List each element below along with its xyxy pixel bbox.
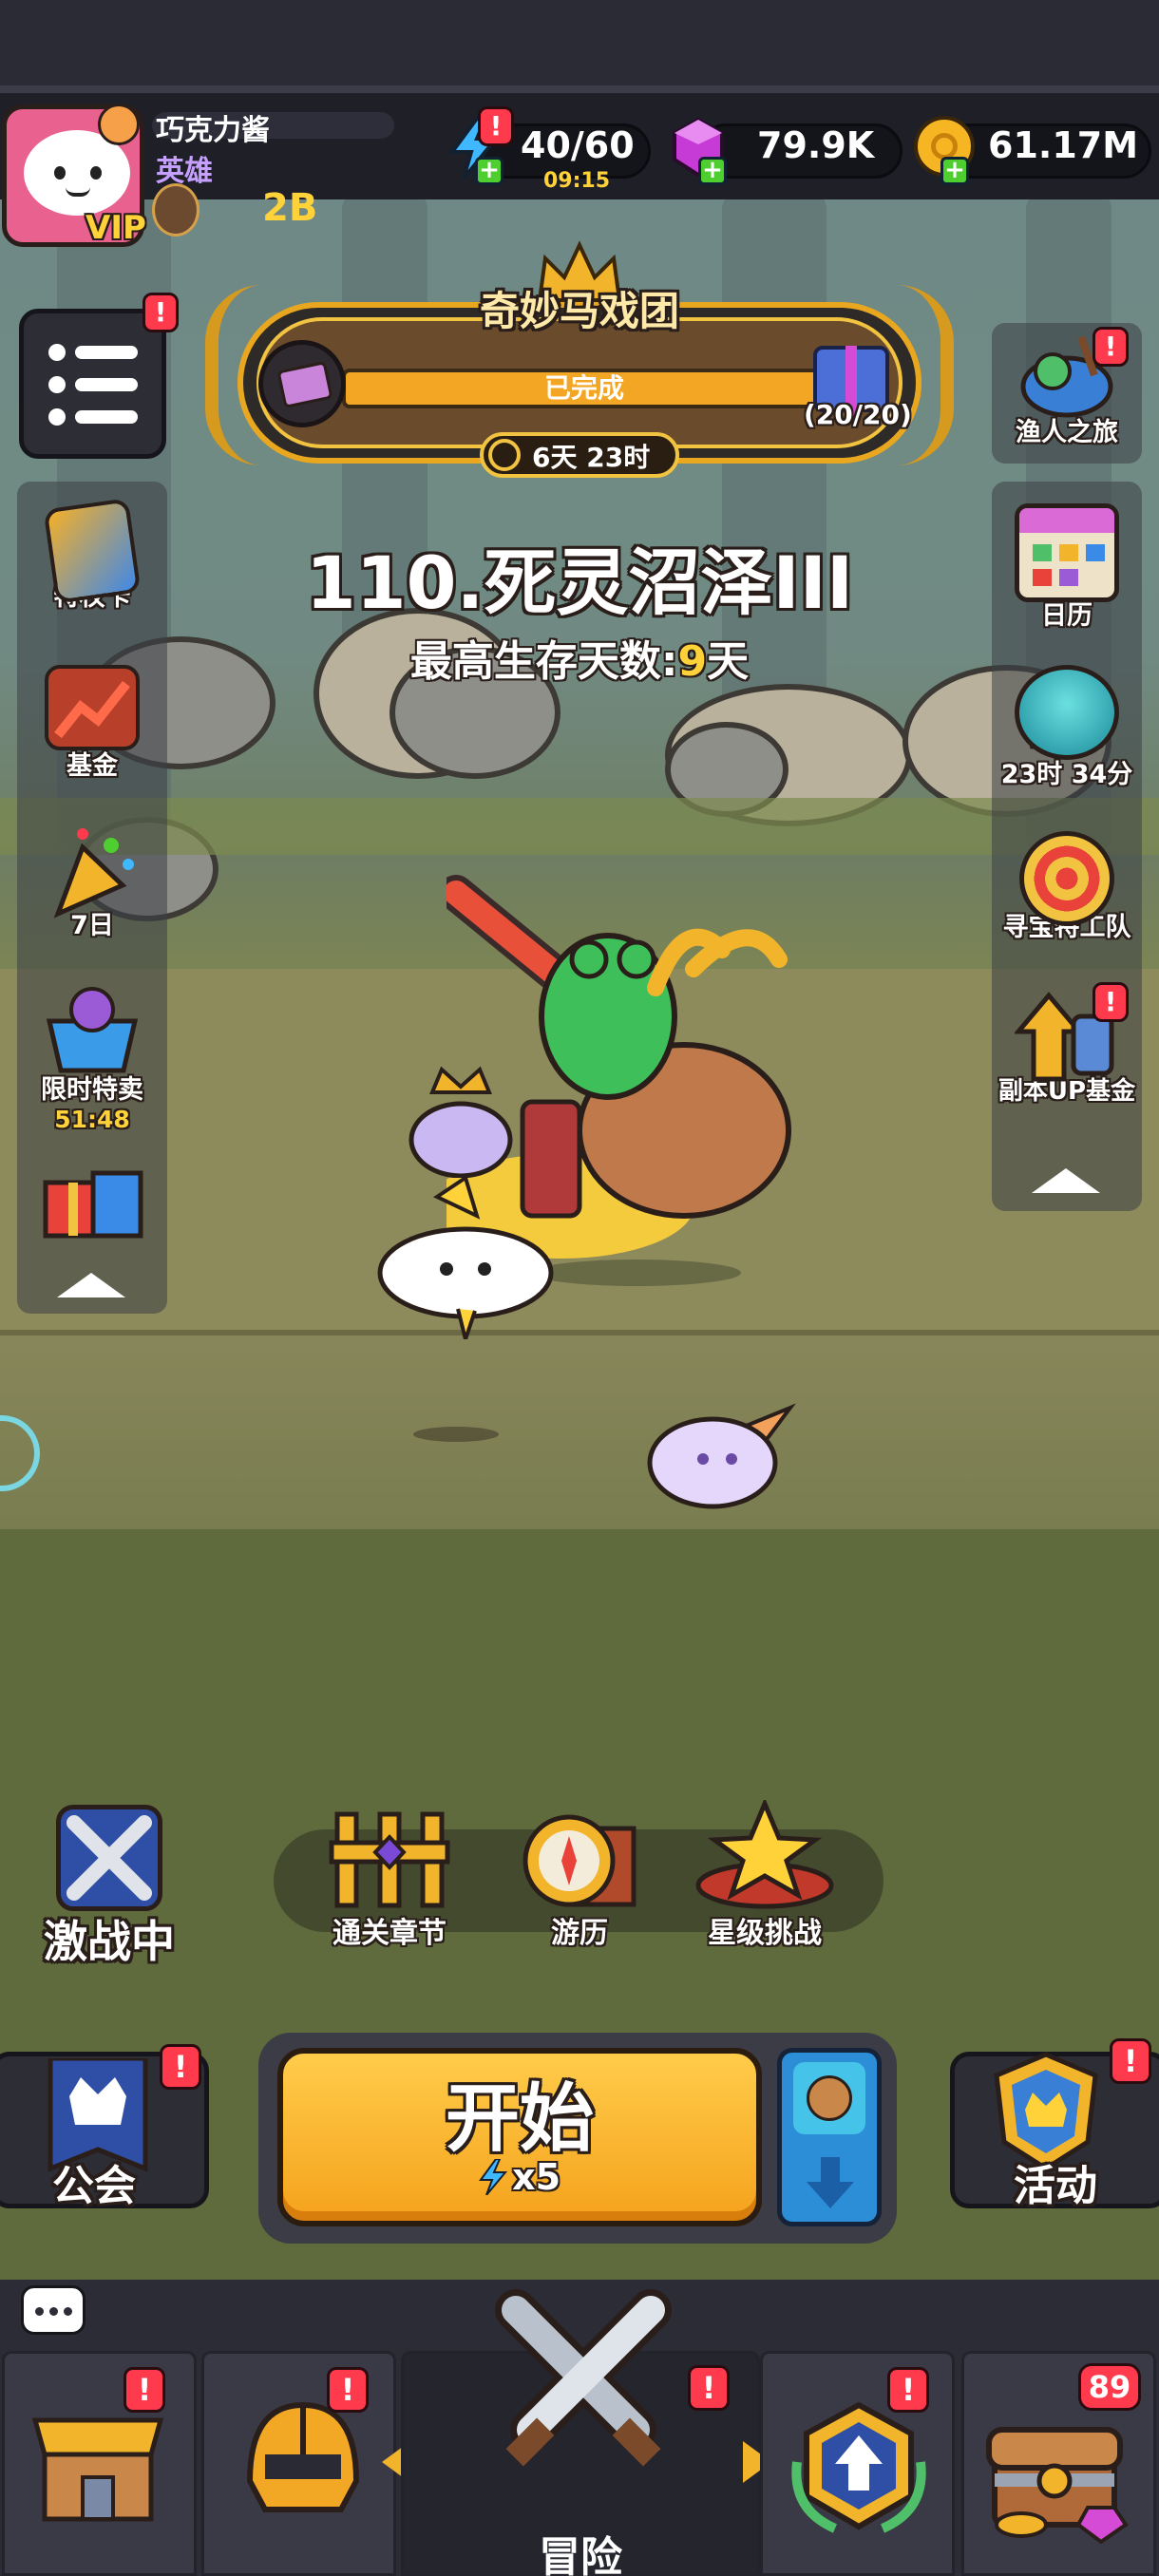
crossed-swords-icon — [56, 1805, 162, 1911]
adventure-swords-icon — [493, 2287, 674, 2477]
star-challenge-label: 星级挑战 — [708, 1917, 822, 1950]
travel-label: 游历 — [551, 1917, 608, 1950]
best-survival-value: 9 — [677, 637, 708, 686]
coins-value: 61.17M — [988, 124, 1139, 166]
event-progress-bar: 已完成 — [342, 369, 826, 408]
player-title: 英雄 — [156, 155, 213, 188]
stage-name: 110.死灵沼泽III — [305, 540, 854, 625]
left-menu-7day[interactable]: 7日 — [16, 826, 168, 941]
fisherman-alert-badge: ! — [1092, 327, 1129, 367]
start-energy-icon — [479, 2158, 508, 2196]
nav-tab-shop[interactable] — [2, 2351, 197, 2576]
guild-label: 公会 — [52, 2162, 136, 2210]
start-cost: x5 — [277, 2156, 762, 2198]
top-bar-edge — [0, 85, 1159, 93]
energy-timer: 09:15 — [543, 169, 611, 193]
limited-sale-timer: 51:48 — [54, 1106, 130, 1133]
left-panel-collapse-button[interactable] — [57, 1273, 125, 1297]
player-name: 巧克力酱 — [156, 114, 270, 147]
nav-tab-treasure[interactable]: 89 — [961, 2351, 1156, 2576]
star-challenge-button[interactable]: 星级挑战 — [684, 1797, 846, 1951]
gems-value: 79.9K — [757, 124, 875, 166]
gem-plus-icon[interactable]: + — [698, 157, 727, 185]
energy-value: 40/60 — [521, 124, 635, 166]
left-menu-limited-sale[interactable]: 限时特卖 51:48 — [16, 983, 168, 1133]
energy-alert-badge: ! — [478, 106, 514, 146]
start-label: 开始 — [445, 2076, 594, 2162]
main-menu-button[interactable] — [19, 309, 166, 459]
guild-alert-badge: ! — [160, 2044, 201, 2090]
ticket-icon — [258, 340, 346, 427]
equipment-alert-badge: ! — [327, 2367, 369, 2413]
menu-alert-badge: ! — [142, 293, 179, 332]
cloud-pet — [370, 1174, 560, 1347]
crowned-slime-ally — [404, 1064, 518, 1179]
adventure-label: 冒险 — [539, 2533, 622, 2576]
travel-button[interactable]: 游历 — [504, 1809, 656, 1951]
star-trophy-icon — [694, 1797, 836, 1909]
activity-alert-badge: ! — [1110, 2038, 1151, 2084]
activity-label: 活动 — [1014, 2162, 1097, 2210]
best-survival-label: 最高生存天数: — [409, 637, 678, 686]
compass-icon — [518, 1809, 641, 1909]
best-survival-unit: 天 — [707, 637, 750, 686]
unicorn-slime-enemy — [644, 1387, 796, 1510]
event-progress-count: (20/20) — [804, 399, 912, 430]
battle-in-progress-button[interactable]: 激战中 — [38, 1805, 180, 1967]
pet-select-button[interactable] — [777, 2048, 882, 2226]
chat-button[interactable] — [21, 2285, 86, 2335]
event-time-left: 6天 23时 — [532, 442, 651, 473]
shadow-marker — [413, 1427, 499, 1442]
party-popper-icon — [45, 826, 140, 921]
adventure-alert-badge: ! — [688, 2365, 730, 2411]
chapter-clear-button[interactable]: 通关章节 — [314, 1805, 466, 1951]
player-power: 2B — [262, 186, 318, 230]
sale-basket-icon — [40, 983, 144, 1078]
gift-box-icon[interactable] — [38, 1154, 147, 1240]
battle-label: 激战中 — [44, 1916, 175, 1967]
helmet-icon — [237, 2396, 370, 2529]
target-icon — [1019, 831, 1114, 926]
chapter-gate-icon — [328, 1805, 451, 1909]
event-progress-text: 已完成 — [543, 372, 624, 404]
best-survival: 最高生存天数:9天 — [0, 627, 1159, 688]
right-panel-collapse-button[interactable] — [1032, 1168, 1100, 1193]
energy-plus-icon[interactable]: + — [475, 157, 504, 185]
shop-alert-badge: ! — [124, 2367, 165, 2413]
start-cost-value: x5 — [512, 2156, 561, 2198]
vip-label: VIP — [86, 209, 146, 247]
flower-icon — [98, 104, 140, 145]
stopwatch-icon — [488, 439, 521, 471]
treasure-count-badge: 89 — [1078, 2363, 1141, 2411]
down-arrow-icon — [807, 2157, 854, 2210]
treasure-chest-icon — [983, 2401, 1135, 2545]
upgrade-hex-icon — [788, 2396, 930, 2538]
chapter-label: 通关章节 — [332, 1917, 446, 1950]
coin-plus-icon[interactable]: + — [940, 157, 969, 185]
dungeon-fund-alert-badge: ! — [1092, 982, 1129, 1022]
capybara-icon — [793, 2062, 865, 2134]
power-icon — [152, 183, 200, 237]
right-menu-treasure-team[interactable]: 寻宝特工队 — [991, 831, 1143, 943]
upgrade-alert-badge: ! — [887, 2367, 929, 2413]
treasure-count: 89 — [1088, 2369, 1131, 2405]
